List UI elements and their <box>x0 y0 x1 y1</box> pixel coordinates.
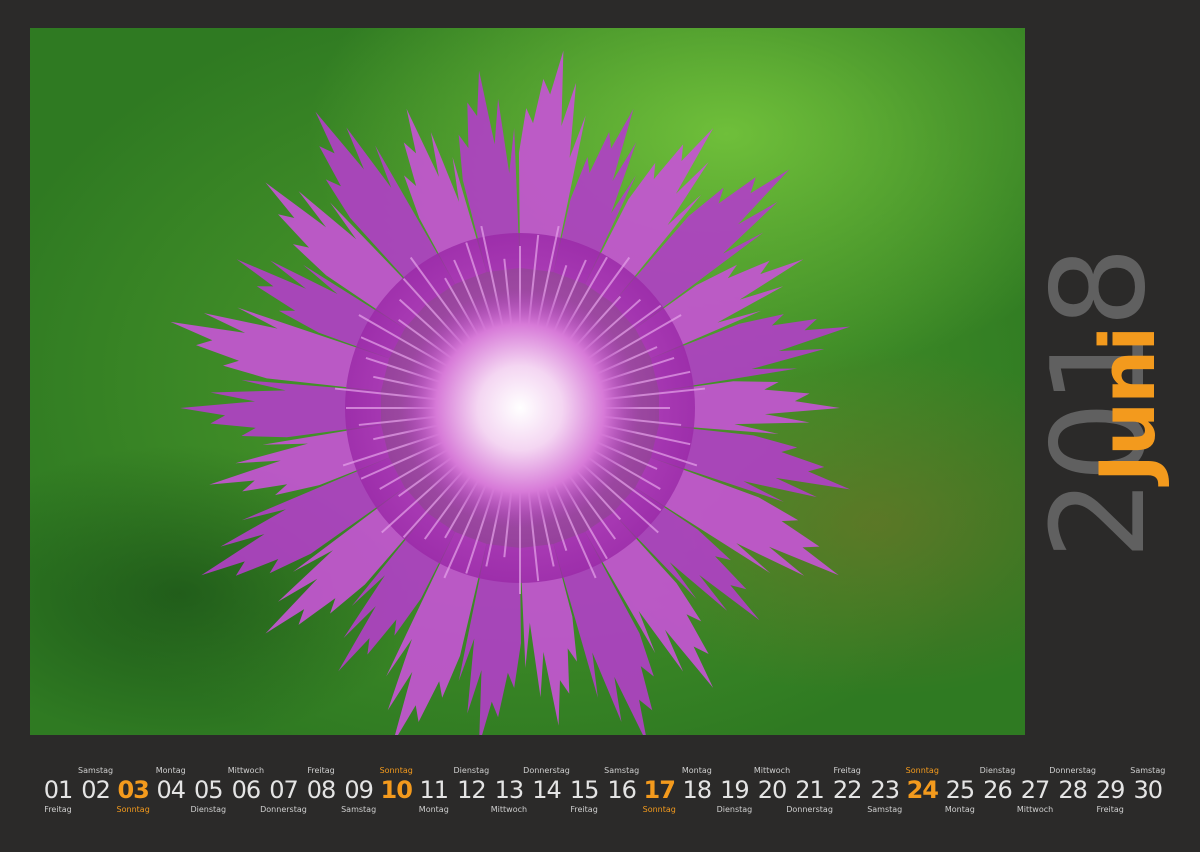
weekday-label: Sonntag <box>116 805 150 814</box>
weekday-label: Mittwoch <box>227 766 265 775</box>
day-number: 23 <box>870 776 900 804</box>
weekday-label: Donnerstag <box>260 805 307 814</box>
weekday-label: Donnerstag <box>1049 766 1096 775</box>
weekday-label: Freitag <box>44 805 72 814</box>
cornflower-illustration <box>170 50 851 735</box>
weekday-label: Samstag <box>604 766 640 775</box>
weekday-label: Donnerstag <box>786 805 833 814</box>
day-number: 22 <box>832 776 863 804</box>
weekday-label: Montag <box>418 805 449 814</box>
day-number: 21 <box>795 776 825 804</box>
calendar-day: Montag 11 <box>417 766 451 818</box>
weekday-label: Dienstag <box>716 805 753 814</box>
calendar-day: Samstag 23 <box>867 766 903 818</box>
weekday-label: Mittwoch <box>753 766 791 775</box>
weekday-label: Montag <box>681 766 712 775</box>
weekday-label: Dienstag <box>190 805 227 814</box>
calendar-day: Mittwoch 13 <box>490 766 528 818</box>
day-number: 07 <box>269 776 299 804</box>
weekday-label: Samstag <box>867 805 903 814</box>
calendar-day: Freitag 22 <box>830 766 864 818</box>
day-number: 17 <box>643 776 676 804</box>
flower-photo <box>30 28 1025 735</box>
day-number: 24 <box>906 776 939 804</box>
day-number: 28 <box>1058 776 1088 804</box>
day-number: 09 <box>344 776 374 804</box>
calendar-day: Sonntag 10 <box>379 766 413 818</box>
calendar-day: Dienstag 19 <box>716 766 753 818</box>
day-number: 03 <box>117 776 149 804</box>
day-number: 20 <box>757 776 788 804</box>
weekday-label: Donnerstag <box>523 766 570 775</box>
weekday-label: Freitag <box>307 766 335 775</box>
calendar-day: Mittwoch 27 <box>1016 766 1054 818</box>
day-number: 01 <box>43 776 74 804</box>
calendar-day: Sonntag 17 <box>642 766 676 818</box>
calendar-day: Donnerstag 07 <box>260 766 307 818</box>
calendar-day: Samstag 09 <box>341 766 377 818</box>
weekday-label: Freitag <box>833 766 861 775</box>
day-strip: Freitag 01 Samstag 02 Sonntag 03 Montag 04 Diens… <box>41 766 1166 818</box>
calendar-day: Freitag 01 <box>41 766 75 818</box>
day-number: 14 <box>532 776 562 804</box>
day-number: 26 <box>983 776 1013 804</box>
calendar-day: Dienstag 12 <box>453 766 490 818</box>
weekday-label: Mittwoch <box>490 805 528 814</box>
day-number: 06 <box>231 776 262 804</box>
day-number: 12 <box>457 776 487 804</box>
calendar-day: Montag 25 <box>943 766 977 818</box>
calendar-day: Freitag 15 <box>567 766 601 818</box>
weekday-label: Montag <box>944 805 975 814</box>
day-number: 16 <box>607 776 637 804</box>
day-number: 11 <box>419 776 450 804</box>
calendar-day: Freitag 08 <box>304 766 338 818</box>
weekday-label: Dienstag <box>453 766 490 775</box>
day-number: 13 <box>494 776 525 804</box>
day-number: 10 <box>380 776 413 804</box>
weekday-label: Freitag <box>1096 805 1124 814</box>
weekday-label: Samstag <box>1130 766 1166 775</box>
weekday-label: Sonntag <box>905 766 939 775</box>
day-number: 04 <box>156 776 186 804</box>
weekday-label: Sonntag <box>642 805 676 814</box>
month-label: Juni <box>1083 327 1172 483</box>
day-number: 27 <box>1020 776 1051 804</box>
calendar-day: Dienstag 26 <box>979 766 1016 818</box>
calendar-day: Mittwoch 20 <box>753 766 791 818</box>
weekday-label: Sonntag <box>379 766 413 775</box>
calendar-day: Donnerstag 28 <box>1049 766 1096 818</box>
calendar-day: Donnerstag 14 <box>523 766 570 818</box>
calendar-day: Montag 18 <box>680 766 714 818</box>
calendar-day: Donnerstag 21 <box>786 766 833 818</box>
weekday-label: Samstag <box>341 805 377 814</box>
calendar-day: Samstag 16 <box>604 766 640 818</box>
calendar-day: Mittwoch 06 <box>227 766 265 818</box>
day-number: 18 <box>682 776 713 804</box>
day-number: 25 <box>945 776 976 804</box>
calendar-day: Dienstag 05 <box>190 766 227 818</box>
weekday-label: Samstag <box>78 766 114 775</box>
weekday-label: Mittwoch <box>1016 805 1054 814</box>
calendar-day: Samstag 30 <box>1130 766 1166 818</box>
day-number: 15 <box>569 776 600 804</box>
day-number: 08 <box>306 776 337 804</box>
calendar-day: Sonntag 24 <box>905 766 939 818</box>
day-number: 02 <box>81 776 111 804</box>
day-number: 29 <box>1095 776 1126 804</box>
calendar-day: Freitag 29 <box>1093 766 1127 818</box>
calendar-day: Montag 04 <box>154 766 188 818</box>
weekday-label: Montag <box>155 766 186 775</box>
day-number: 30 <box>1133 776 1163 804</box>
day-number: 19 <box>720 776 750 804</box>
weekday-label: Freitag <box>570 805 598 814</box>
weekday-label: Dienstag <box>979 766 1016 775</box>
calendar-day: Sonntag 03 <box>116 766 150 818</box>
day-number: 05 <box>194 776 224 804</box>
calendar-day: Samstag 02 <box>78 766 114 818</box>
